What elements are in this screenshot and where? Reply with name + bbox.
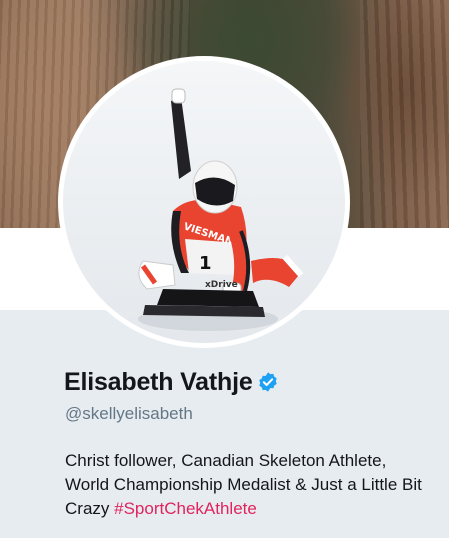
profile-avatar[interactable]: 1 VIESMANN xDrive (58, 56, 350, 348)
verified-badge-icon (257, 371, 279, 393)
profile-handle[interactable]: @skellyelisabeth (65, 404, 193, 424)
avatar-photo: 1 VIESMANN xDrive (63, 61, 345, 343)
banner-tree-right (360, 0, 449, 228)
bio-hashtag-link[interactable]: #SportChekAthlete (114, 499, 257, 518)
profile-name-row: Elisabeth Vathje (64, 365, 279, 399)
profile-bio: Christ follower, Canadian Skeleton Athle… (65, 449, 435, 521)
bib-number: 1 (199, 253, 212, 274)
sled-sponsor-text: xDrive (205, 280, 238, 290)
profile-name[interactable]: Elisabeth Vathje (64, 368, 253, 397)
